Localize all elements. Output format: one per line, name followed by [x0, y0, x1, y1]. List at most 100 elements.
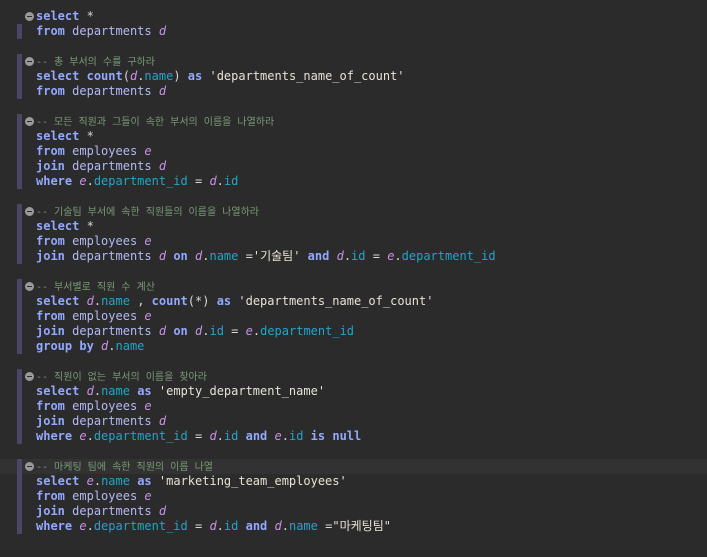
fold-collapse-icon[interactable] — [25, 372, 34, 381]
keyword-token: count — [86, 69, 123, 83]
keyword-token: on — [173, 249, 188, 263]
gutter-change-marker — [17, 114, 22, 189]
code-line[interactable]: -- 직원이 없는 부서의 이름을 찾아라 — [0, 369, 707, 384]
code-text: join departments d — [36, 504, 166, 519]
code-text: join departments d on d.id = e.departmen… — [36, 324, 354, 339]
code-line[interactable] — [0, 99, 707, 114]
operator-token: . — [86, 174, 94, 188]
keyword-token: and — [245, 519, 268, 533]
alias-token: d — [158, 159, 167, 173]
keyword-token: select — [36, 474, 80, 488]
operator-token: . — [343, 249, 352, 263]
code-text: -- 모든 직원과 그들이 속한 부서의 이름을 나열하라 — [36, 114, 274, 130]
comment-token: -- 부서별로 직원 수 계산 — [36, 282, 155, 293]
comment-token: -- 마케팅 팀에 속한 직원의 이름 나열 — [36, 462, 213, 473]
keyword-token: where — [36, 519, 73, 533]
code-line[interactable]: from employees e — [0, 309, 707, 324]
code-line[interactable]: select count(d.name) as 'departments_nam… — [0, 69, 707, 84]
keyword-token: count — [151, 294, 188, 308]
keyword-token: as — [137, 474, 152, 488]
field-token: id — [351, 249, 366, 263]
code-text: -- 부서별로 직원 수 계산 — [36, 279, 155, 295]
code-line[interactable]: select d.name , count(*) as 'departments… — [0, 294, 707, 309]
keyword-token: where — [36, 174, 73, 188]
code-line[interactable]: from employees e — [0, 399, 707, 414]
code-line[interactable]: -- 부서별로 직원 수 계산 — [0, 279, 707, 294]
code-line[interactable] — [0, 39, 707, 54]
code-line[interactable] — [0, 189, 707, 204]
code-line[interactable]: select d.name as 'empty_department_name' — [0, 384, 707, 399]
code-text: from employees e — [36, 309, 152, 324]
code-line[interactable]: group by d.name — [0, 339, 707, 354]
code-line[interactable]: join departments d — [0, 504, 707, 519]
fold-collapse-icon[interactable] — [25, 282, 34, 291]
identifier-token: employees — [72, 144, 138, 158]
keyword-token: is — [310, 429, 326, 443]
code-line[interactable]: -- 총 부서의 수를 구하라 — [0, 54, 707, 69]
keyword-token: from — [36, 84, 65, 98]
sql-editor[interactable]: select * from departments d -- 총 부서의 수를 구하… — [0, 0, 707, 557]
code-line[interactable]: join departments d — [0, 159, 707, 174]
alias-token: e — [144, 144, 152, 158]
code-line[interactable]: select e.name as 'marketing_team_employe… — [0, 474, 707, 489]
code-line-current[interactable]: -- 마케팅 팀에 속한 직원의 이름 나열 — [0, 459, 707, 474]
field-token: id — [223, 174, 239, 188]
code-line[interactable] — [0, 444, 707, 459]
operator-token: . — [281, 429, 289, 443]
code-line[interactable]: -- 모든 직원과 그들이 속한 부서의 이름을 나열하라 — [0, 114, 707, 129]
alias-token: d — [86, 294, 94, 308]
gutter-change-marker — [17, 24, 22, 39]
keyword-token: join — [36, 504, 65, 518]
code-line[interactable]: select * — [0, 129, 707, 144]
code-text: from employees e — [36, 144, 152, 159]
operator-token: ) — [173, 69, 188, 83]
alias-token: e — [144, 489, 152, 503]
operator-token: . — [86, 519, 94, 533]
keyword-token: as — [187, 69, 203, 83]
operator-token: * — [79, 9, 94, 23]
code-line[interactable]: select * — [0, 9, 707, 24]
operator-token: . — [93, 294, 102, 308]
code-line[interactable]: from employees e — [0, 489, 707, 504]
operator-token — [79, 69, 86, 83]
code-line[interactable]: from employees e — [0, 234, 707, 249]
comment-token: -- 총 부서의 수를 구하라 — [36, 57, 155, 68]
fold-collapse-icon[interactable] — [25, 462, 34, 471]
alias-token: e — [245, 324, 253, 338]
operator-token — [79, 474, 86, 488]
code-text: select d.name as 'empty_department_name' — [36, 384, 325, 399]
fold-collapse-icon[interactable] — [25, 207, 34, 216]
operator-token — [152, 24, 159, 38]
code-line[interactable]: join departments d — [0, 414, 707, 429]
operator-token: * — [79, 129, 94, 143]
operator-token: . — [108, 339, 116, 353]
code-line[interactable]: select * — [0, 219, 707, 234]
alias-token: d — [86, 384, 94, 398]
alias-token: e — [144, 309, 152, 323]
code-line[interactable] — [0, 354, 707, 369]
code-line[interactable]: join departments d on d.id = e.departmen… — [0, 324, 707, 339]
fold-collapse-icon[interactable] — [25, 57, 34, 66]
gutter-change-marker — [17, 204, 22, 264]
code-line[interactable]: join departments d on d.name ='기술팀' and … — [0, 249, 707, 264]
code-line[interactable]: where e.department_id = d.id — [0, 174, 707, 189]
code-line[interactable]: from departments d — [0, 84, 707, 99]
operator-token: ( — [122, 69, 130, 83]
keyword-token: and — [307, 249, 330, 263]
code-line[interactable]: from departments d — [0, 24, 707, 39]
keyword-token: from — [36, 144, 65, 158]
gutter-change-marker — [17, 54, 22, 99]
operator-token — [79, 384, 86, 398]
fold-collapse-icon[interactable] — [25, 12, 34, 21]
code-line[interactable]: where e.department_id = d.id and e.id is… — [0, 429, 707, 444]
code-text: group by d.name — [36, 339, 144, 354]
operator-token — [79, 294, 86, 308]
code-line[interactable]: where e.department_id = d.id and d.name … — [0, 519, 707, 534]
field-token: name — [115, 339, 145, 353]
code-line[interactable]: from employees e — [0, 144, 707, 159]
fold-collapse-icon[interactable] — [25, 117, 34, 126]
field-token: id — [223, 429, 239, 443]
code-line[interactable]: -- 기술팀 부서에 속한 직원들의 이름을 나열하라 — [0, 204, 707, 219]
field-token: name — [101, 474, 130, 488]
code-line[interactable] — [0, 264, 707, 279]
